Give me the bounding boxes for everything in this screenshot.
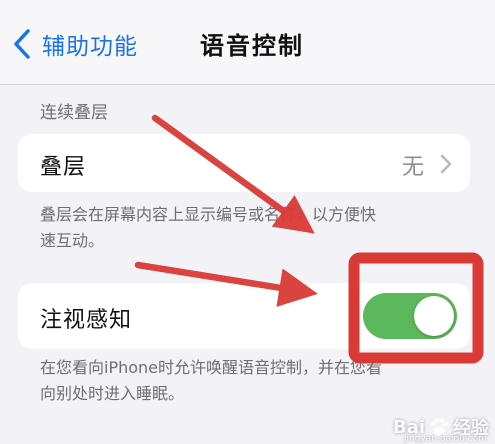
chevron-right-icon xyxy=(440,154,452,174)
back-button-label: 辅助功能 xyxy=(42,34,138,60)
overlay-footer: 叠层会在屏幕内容上显示编号或名称，以方便快 速互动。 xyxy=(40,202,480,254)
page-title: 语音控制 xyxy=(200,32,304,60)
back-button[interactable]: 辅助功能 xyxy=(8,24,138,64)
attention-footer-line-2: 向别处时进入睡眠。 xyxy=(40,384,185,403)
overlay-row[interactable]: 叠层 无 xyxy=(18,134,470,192)
overlay-row-label: 叠层 xyxy=(40,155,87,180)
watermark-subtitle: jingyan.baidu.com xyxy=(403,434,487,444)
chevron-left-icon xyxy=(14,29,30,59)
attention-footer: 在您看向iPhone时允许唤醒语音控制，并在您看 向别处时进入睡眠。 xyxy=(40,355,480,407)
overlay-footer-line-1: 叠层会在屏幕内容上显示编号或名称，以方便快 xyxy=(40,205,377,224)
voice-control-settings-screen: 辅助功能 语音控制 连续叠层 叠层 无 叠层会在屏幕内容上显示编号或名称，以方便… xyxy=(0,0,495,444)
attention-aware-toggle[interactable] xyxy=(363,293,457,339)
section-header: 连续叠层 xyxy=(40,103,108,123)
attention-aware-label: 注视感知 xyxy=(40,308,133,333)
navigation-bar: 辅助功能 语音控制 xyxy=(0,0,495,85)
toggle-knob xyxy=(414,296,454,336)
overlay-row-value: 无 xyxy=(401,155,424,180)
attention-footer-line-1: 在您看向iPhone时允许唤醒语音控制，并在您看 xyxy=(40,358,383,377)
overlay-footer-line-2: 速互动。 xyxy=(40,231,105,250)
